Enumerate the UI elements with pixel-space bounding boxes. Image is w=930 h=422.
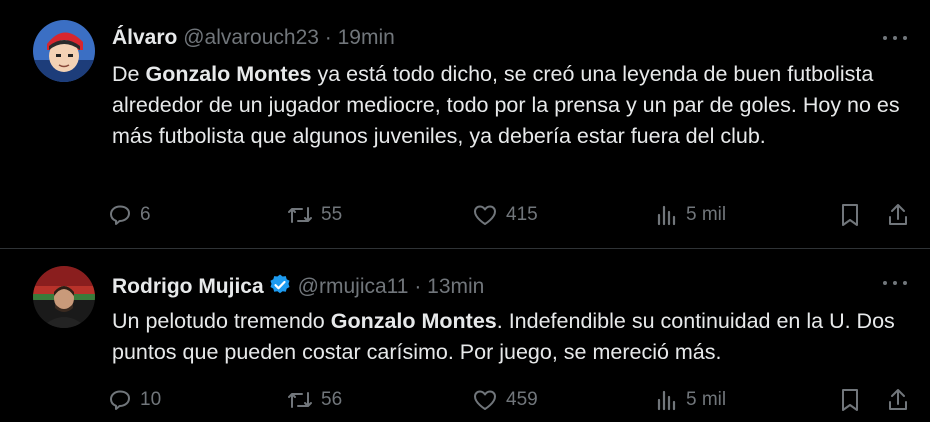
author-name[interactable]: Álvaro — [112, 26, 177, 49]
views-count: 5 mil — [686, 204, 727, 225]
tweet-header: Álvaro @alvarouch23 · 19min — [112, 26, 395, 50]
avatar[interactable] — [33, 266, 95, 328]
separator-dot: · — [414, 275, 422, 298]
like-count: 459 — [506, 389, 538, 410]
reply-button[interactable]: 10 — [108, 385, 161, 415]
like-count: 415 — [506, 204, 538, 225]
separator-dot: · — [324, 26, 332, 49]
more-options-icon[interactable] — [882, 34, 908, 42]
share-icon — [889, 389, 907, 410]
timestamp[interactable]: 13min — [427, 275, 484, 298]
views-count: 5 mil — [686, 389, 727, 410]
views-chart-icon — [657, 390, 676, 411]
like-button[interactable]: 415 — [472, 200, 538, 230]
author-handle[interactable]: @alvarouch23 — [183, 26, 319, 49]
tweet-text: De Gonzalo Montes ya está todo dicho, se… — [112, 59, 912, 152]
bookmark-button[interactable] — [839, 385, 861, 415]
repost-icon — [288, 207, 312, 223]
repost-icon — [288, 392, 312, 408]
author-name[interactable]: Rodrigo Mujica — [112, 275, 264, 298]
action-bar: 6 55 415 5 mil — [0, 200, 930, 230]
reply-count: 6 — [140, 204, 151, 225]
author-handle[interactable]: @rmujica11 — [298, 275, 409, 298]
reply-icon — [110, 390, 130, 410]
tweet-text: Un pelotudo tremendo Gonzalo Montes. Ind… — [112, 306, 912, 368]
text-segment: Un pelotudo tremendo — [112, 309, 331, 333]
verified-badge-icon — [268, 273, 292, 303]
reply-count: 10 — [140, 389, 162, 410]
heart-icon — [474, 390, 496, 410]
repost-button[interactable]: 55 — [287, 200, 342, 230]
avatar[interactable] — [33, 20, 95, 82]
views-button[interactable]: 5 mil — [656, 200, 726, 230]
action-bar: 10 56 459 5 mil — [0, 385, 930, 415]
reply-icon — [110, 205, 130, 225]
like-button[interactable]: 459 — [472, 385, 538, 415]
bookmark-button[interactable] — [839, 200, 861, 230]
repost-count: 55 — [321, 204, 343, 225]
share-icon — [889, 204, 907, 225]
mention-bold: Gonzalo Montes — [330, 309, 497, 333]
bookmark-icon — [842, 204, 858, 226]
tweet[interactable]: Álvaro @alvarouch23 · 19min De Gonzalo M… — [0, 0, 930, 249]
repost-button[interactable]: 56 — [287, 385, 342, 415]
heart-icon — [474, 205, 496, 225]
bookmark-icon — [842, 389, 858, 411]
share-button[interactable] — [887, 385, 909, 415]
mention-bold: Gonzalo Montes — [145, 62, 312, 86]
views-button[interactable]: 5 mil — [656, 385, 726, 415]
timestamp[interactable]: 19min — [338, 26, 395, 49]
repost-count: 56 — [321, 389, 343, 410]
text-segment: De — [112, 62, 146, 86]
views-chart-icon — [657, 205, 676, 226]
more-options-icon[interactable] — [882, 279, 908, 287]
tweet[interactable]: Rodrigo Mujica @rmujica11 · 13min Un pelo… — [0, 249, 930, 422]
tweet-header: Rodrigo Mujica @rmujica11 · 13min — [112, 273, 484, 303]
share-button[interactable] — [887, 200, 909, 230]
reply-button[interactable]: 6 — [108, 200, 151, 230]
